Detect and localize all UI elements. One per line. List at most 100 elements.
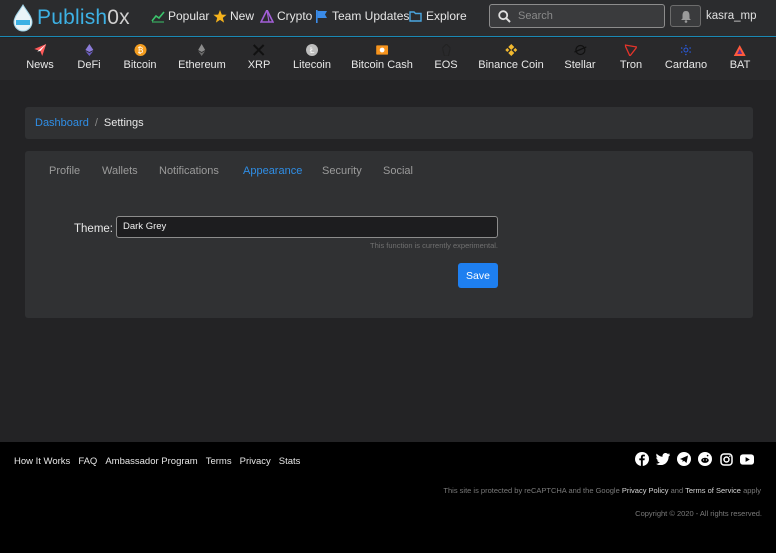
tab-appearance[interactable]: Appearance bbox=[243, 165, 302, 177]
coin-binance[interactable]: Binance Coin bbox=[478, 44, 544, 71]
coin-label: Binance Coin bbox=[478, 59, 544, 71]
coin-label: DeFi bbox=[77, 59, 101, 71]
litecoin-icon: Ł bbox=[305, 44, 318, 56]
ethereum-purple-icon bbox=[83, 44, 95, 56]
nav-crypto-label: Crypto bbox=[277, 9, 313, 23]
instagram-icon[interactable] bbox=[719, 452, 733, 466]
coin-label: Cardano bbox=[664, 59, 708, 71]
nav-team-updates-label: Team Updates bbox=[332, 9, 410, 23]
search-box[interactable] bbox=[489, 4, 665, 28]
nav-popular-label: Popular bbox=[168, 9, 210, 23]
bell-icon bbox=[680, 10, 691, 23]
footer-link-ambassador-program[interactable]: Ambassador Program bbox=[105, 456, 197, 467]
footer-link-how-it-works[interactable]: How It Works bbox=[14, 456, 70, 467]
footer-links: How It Works FAQ Ambassador Program Term… bbox=[14, 456, 300, 467]
nav-new[interactable]: New bbox=[213, 9, 254, 23]
search-input[interactable] bbox=[518, 10, 658, 22]
recaptcha-text: This site is protected by reCAPTCHA and … bbox=[443, 486, 620, 495]
tab-wallets[interactable]: Wallets bbox=[102, 165, 138, 177]
nav-team-updates[interactable]: Team Updates bbox=[315, 9, 409, 23]
xrp-icon bbox=[253, 44, 265, 56]
svg-text:₿: ₿ bbox=[137, 46, 143, 55]
reddit-icon[interactable] bbox=[698, 452, 712, 466]
tron-icon bbox=[625, 44, 637, 56]
svg-text:Ł: Ł bbox=[309, 46, 315, 55]
publish0x-logo[interactable]: Publish0x bbox=[12, 3, 130, 33]
coin-label: BAT bbox=[729, 59, 751, 71]
flag-icon bbox=[316, 9, 327, 23]
telegram-icon[interactable] bbox=[677, 452, 691, 466]
paper-plane-icon bbox=[33, 44, 46, 56]
star-icon bbox=[213, 9, 227, 23]
youtube-icon[interactable] bbox=[740, 452, 754, 466]
logo-drop-icon bbox=[12, 4, 34, 32]
coin-bitcoin-cash[interactable]: Bitcoin Cash bbox=[351, 44, 413, 71]
theme-select[interactable]: Dark Grey bbox=[116, 216, 498, 238]
coin-defi[interactable]: DeFi bbox=[77, 44, 101, 71]
coin-label: Ethereum bbox=[178, 59, 226, 71]
coin-bat[interactable]: BAT bbox=[729, 44, 751, 71]
terms-of-service-link[interactable]: Terms of Service bbox=[685, 486, 741, 495]
copyright: Copyright © 2020 - All rights reserved. bbox=[635, 509, 762, 518]
coin-cardano[interactable]: Cardano bbox=[665, 44, 707, 71]
bat-icon bbox=[733, 44, 746, 56]
footer: How It Works FAQ Ambassador Program Term… bbox=[0, 442, 776, 553]
breadcrumb-dashboard-link[interactable]: Dashboard bbox=[35, 117, 89, 129]
footer-link-faq[interactable]: FAQ bbox=[78, 456, 97, 467]
notifications-button[interactable] bbox=[670, 5, 701, 27]
settings-card: Profile Wallets Notifications Appearance… bbox=[25, 151, 753, 318]
facebook-icon[interactable] bbox=[635, 452, 649, 466]
pyramid-icon bbox=[260, 9, 274, 23]
social-links bbox=[635, 452, 754, 466]
coin-label: Stellar bbox=[564, 59, 596, 71]
cardano-icon bbox=[680, 44, 692, 56]
search-icon bbox=[498, 9, 511, 23]
folder-icon bbox=[409, 10, 422, 22]
top-navbar: Publish0x Popular New Crypto Team Update… bbox=[0, 0, 776, 37]
coin-label: Tron bbox=[619, 59, 643, 71]
ethereum-icon bbox=[196, 44, 208, 56]
tab-notifications[interactable]: Notifications bbox=[159, 165, 219, 177]
coin-ethereum[interactable]: Ethereum bbox=[178, 44, 226, 71]
coin-bitcoin[interactable]: ₿ Bitcoin bbox=[123, 44, 157, 71]
nav-popular[interactable]: Popular bbox=[151, 9, 209, 23]
coin-eos[interactable]: EOS bbox=[434, 44, 458, 71]
coin-label: Bitcoin Cash bbox=[351, 59, 413, 71]
logo-text: Publish0x bbox=[37, 6, 130, 29]
tab-social[interactable]: Social bbox=[383, 165, 413, 177]
trending-icon bbox=[151, 10, 165, 22]
breadcrumb: Dashboard / Settings bbox=[25, 107, 753, 139]
coin-category-bar: News DeFi ₿ Bitcoin Ethereum XRP Ł Litec… bbox=[0, 38, 776, 80]
coin-label: News bbox=[26, 59, 54, 71]
binance-icon bbox=[505, 44, 517, 56]
coin-label: Litecoin bbox=[293, 59, 331, 71]
coin-news[interactable]: News bbox=[26, 44, 54, 71]
breadcrumb-current: Settings bbox=[103, 117, 144, 129]
nav-new-label: New bbox=[230, 9, 255, 23]
nav-crypto[interactable]: Crypto bbox=[260, 9, 312, 23]
footer-link-terms[interactable]: Terms bbox=[206, 456, 232, 467]
eos-icon bbox=[440, 44, 452, 56]
coin-label: EOS bbox=[434, 59, 458, 71]
coin-tron[interactable]: Tron bbox=[620, 44, 642, 71]
username[interactable]: kasra_mp bbox=[706, 10, 757, 22]
coin-xrp[interactable]: XRP bbox=[247, 44, 271, 71]
coin-label: XRP bbox=[247, 59, 271, 71]
coin-litecoin[interactable]: Ł Litecoin bbox=[293, 44, 331, 71]
footer-link-privacy[interactable]: Privacy bbox=[240, 456, 271, 467]
privacy-policy-link[interactable]: Privacy Policy bbox=[622, 486, 669, 495]
theme-label: Theme: bbox=[74, 223, 113, 235]
coin-label: Bitcoin bbox=[123, 59, 157, 71]
recaptcha-apply: apply bbox=[743, 486, 761, 495]
nav-explore-label: Explore bbox=[426, 9, 467, 23]
tab-profile[interactable]: Profile bbox=[49, 165, 80, 177]
nav-explore[interactable]: Explore bbox=[409, 9, 467, 23]
breadcrumb-separator: / bbox=[94, 117, 98, 129]
save-button[interactable]: Save bbox=[458, 263, 498, 288]
bitcoin-icon: ₿ bbox=[134, 44, 146, 56]
twitter-icon[interactable] bbox=[656, 452, 670, 466]
footer-link-stats[interactable]: Stats bbox=[279, 456, 301, 467]
tab-security[interactable]: Security bbox=[322, 165, 362, 177]
coin-stellar[interactable]: Stellar bbox=[564, 44, 596, 71]
bitcoin-cash-icon bbox=[375, 44, 388, 56]
